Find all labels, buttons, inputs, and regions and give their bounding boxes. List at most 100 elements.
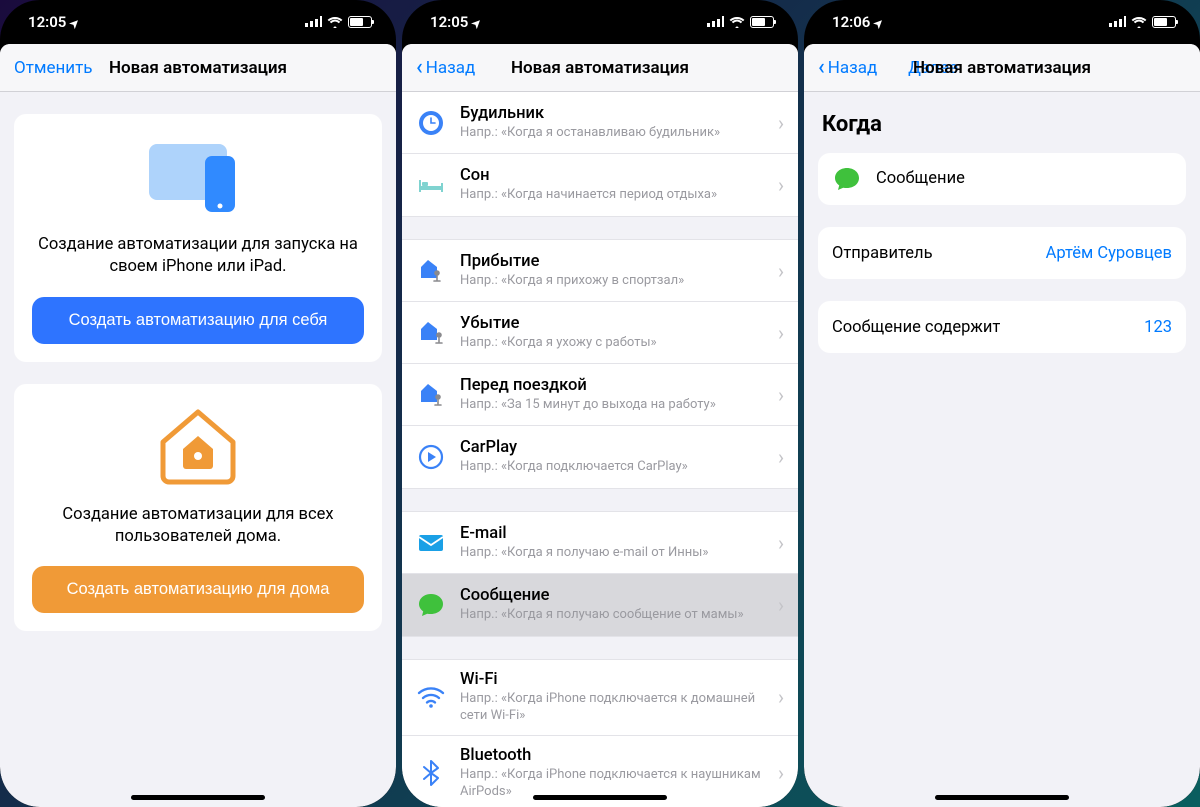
nav-title: Новая автоматизация [511,58,689,78]
cellular-icon [305,13,322,31]
row-subtitle: Напр.: «Когда начинается период отдыха» [460,187,770,204]
row-title: Wi-Fi [460,670,770,689]
chevron-right-icon: › [778,531,784,555]
cellular-icon [1109,13,1126,31]
row-title: Прибытие [460,252,770,271]
when-trigger-row: Сообщение [818,153,1186,205]
row-subtitle: Напр.: «Когда я получаю сообщение от мам… [460,607,770,624]
battery-icon [348,16,372,28]
trigger-name: Сообщение [876,169,965,188]
battery-icon [750,16,774,28]
row-title: Сообщение [460,586,770,605]
trigger-email[interactable]: E-mail Напр.: «Когда я получаю e-mail от… [402,512,798,574]
commute-icon [416,380,446,410]
phone-3: 12:06 ‹ Назад Новая автоматизация Далее … [804,0,1200,807]
nav-title: Новая автоматизация [109,58,287,78]
status-time: 12:06 [832,13,870,31]
chevron-right-icon: › [778,761,784,785]
status-bar: 12:05 [402,0,798,44]
create-personal-button[interactable]: Создать автоматизацию для себя [32,297,364,344]
trigger-commute[interactable]: Перед поездкой Напр.: «За 15 минут до вы… [402,364,798,426]
back-button[interactable]: ‹ Назад [416,57,486,79]
home-indicator[interactable] [131,795,265,800]
row-subtitle: Напр.: «Когда iPhone подключается к дома… [460,691,770,725]
row-title: Сон [460,166,770,185]
carplay-icon [416,442,446,472]
nav-title: Новая автоматизация [913,58,1091,78]
location-icon [874,13,883,31]
home-automation-card: Создание автоматизации для всех пользова… [14,384,382,632]
home-card-text: Создание автоматизации для всех пользова… [32,504,364,549]
trigger-wifi[interactable]: Wi-Fi Напр.: «Когда iPhone подключается … [402,660,798,736]
wifi-icon [729,16,745,28]
home-indicator[interactable] [935,795,1069,800]
row-title: E-mail [460,524,770,543]
trigger-arrive[interactable]: Прибытие Напр.: «Когда я прихожу в спорт… [402,240,798,302]
alarm-icon [416,108,446,138]
contains-value: 123 [1144,318,1172,337]
create-home-button[interactable]: Создать автоматизацию для дома [32,566,364,613]
message-icon [416,590,446,620]
row-subtitle: Напр.: «Когда подключается CarPlay» [460,459,770,476]
trigger-leave[interactable]: Убытие Напр.: «Когда я ухожу с работы» › [402,302,798,364]
nav-bar: ‹ Назад Новая автоматизация [402,44,798,92]
status-bar: 12:06 [804,0,1200,44]
sleep-icon [416,170,446,200]
trigger-alarm[interactable]: Будильник Напр.: «Когда я останавливаю б… [402,92,798,154]
row-title: Перед поездкой [460,376,770,395]
row-title: Будильник [460,104,770,123]
phone-2: 12:05 ‹ Назад Новая автоматизация [402,0,798,807]
email-icon [416,528,446,558]
trigger-sleep[interactable]: Сон Напр.: «Когда начинается период отды… [402,154,798,216]
row-title: Bluetooth [460,746,770,765]
back-label: Назад [426,58,476,78]
home-indicator[interactable] [533,795,667,800]
chevron-back-icon: ‹ [416,57,423,79]
cancel-button[interactable]: Отменить [14,58,93,78]
row-subtitle: Напр.: «Когда я останавливаю будильник» [460,125,770,142]
bluetooth-icon [416,758,446,788]
chevron-right-icon: › [778,173,784,197]
message-icon [832,164,862,194]
chevron-right-icon: › [778,111,784,135]
status-bar: 12:05 [0,0,396,44]
chevron-right-icon: › [778,383,784,407]
row-title: Убытие [460,314,770,333]
devices-icon [32,136,364,216]
location-icon [472,13,481,31]
row-subtitle: Напр.: «Когда я получаю e-mail от Инны» [460,545,770,562]
chevron-back-icon: ‹ [818,57,825,79]
trigger-carplay[interactable]: CarPlay Напр.: «Когда подключается CarPl… [402,426,798,488]
contains-row[interactable]: Сообщение содержит 123 [818,301,1186,353]
wifi-icon [1131,16,1147,28]
leave-icon [416,318,446,348]
chevron-right-icon: › [778,685,784,709]
sender-row[interactable]: Отправитель Артём Суровцев [818,227,1186,279]
row-title: CarPlay [460,438,770,457]
chevron-right-icon: › [778,445,784,469]
status-time: 12:05 [28,13,66,31]
back-button[interactable]: ‹ Назад [818,57,888,79]
contains-label: Сообщение содержит [832,318,1000,337]
phone-1: 12:05 Отменить Новая автоматизация [0,0,396,807]
row-subtitle: Напр.: «Когда я ухожу с работы» [460,335,770,352]
back-label: Назад [828,58,878,78]
status-time: 12:05 [430,13,468,31]
arrive-icon [416,256,446,286]
when-header: Когда [804,92,1200,147]
nav-bar: ‹ Назад Новая автоматизация Далее [804,44,1200,92]
sender-label: Отправитель [832,244,933,263]
wifi-trigger-icon [416,682,446,712]
cellular-icon [707,13,724,31]
row-subtitle: Напр.: «За 15 минут до выхода на работу» [460,397,770,414]
personal-card-text: Создание автоматизации для запуска на св… [32,234,364,279]
location-icon [70,13,79,31]
sender-value: Артём Суровцев [1046,244,1172,263]
chevron-right-icon: › [778,259,784,283]
chevron-right-icon: › [778,593,784,617]
personal-automation-card: Создание автоматизации для запуска на св… [14,114,382,362]
row-subtitle: Напр.: «Когда я прихожу в спортзал» [460,273,770,290]
chevron-right-icon: › [778,321,784,345]
battery-icon [1152,16,1176,28]
trigger-message[interactable]: Сообщение Напр.: «Когда я получаю сообще… [402,574,798,636]
